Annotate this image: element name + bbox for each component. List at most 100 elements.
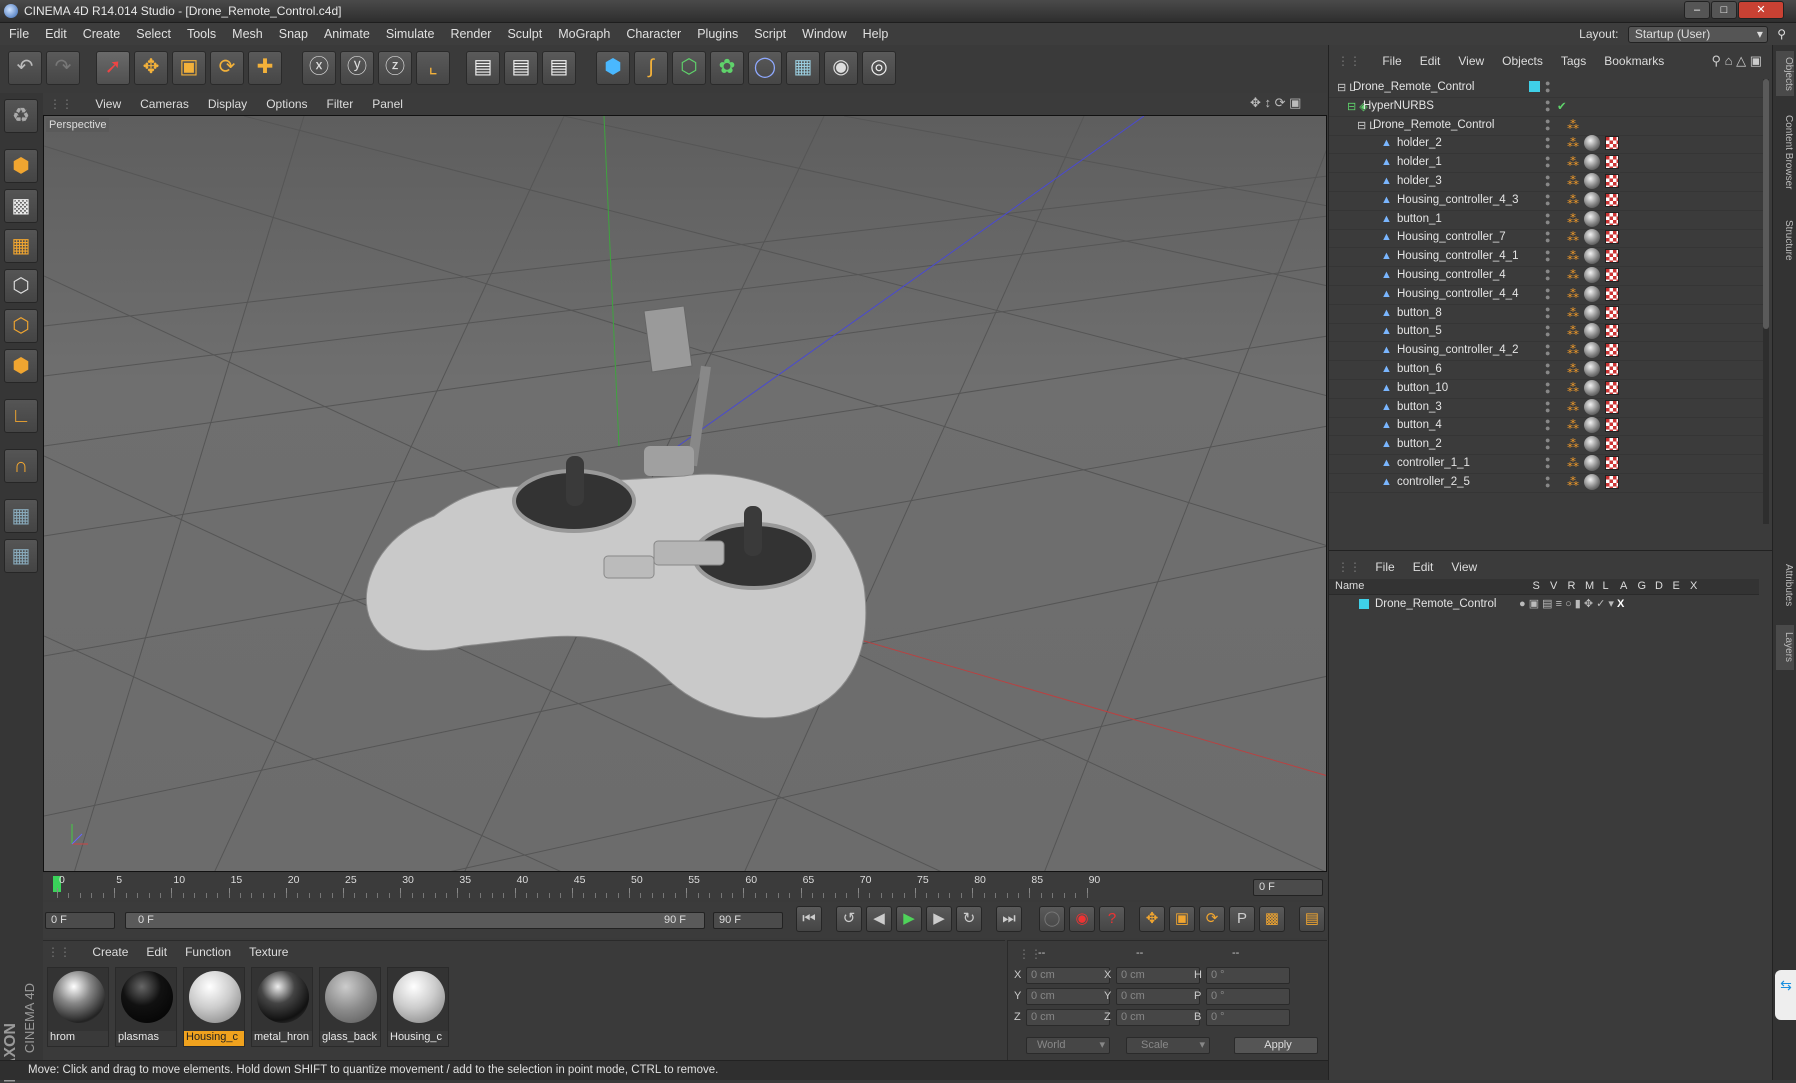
visibility-dots[interactable]: ● ● [1545, 79, 1550, 95]
tab-attributes[interactable]: Attributes [1776, 555, 1794, 615]
coordinate-system-icon[interactable]: ⌞ [416, 51, 450, 85]
menu-sculpt[interactable]: Sculpt [498, 23, 549, 41]
coord-value-field[interactable]: 0 cm [1026, 988, 1110, 1005]
uvw-tag-icon[interactable] [1605, 249, 1619, 264]
x-axis-lock-icon[interactable]: ⓧ [302, 51, 336, 85]
z-axis-lock-icon[interactable]: ⓩ [378, 51, 412, 85]
visibility-dots[interactable]: ● ● [1545, 379, 1550, 395]
material-swatch[interactable]: metal_hron [251, 967, 313, 1047]
previous-frame-icon[interactable]: ◀ [866, 906, 892, 932]
menu-edit[interactable]: Edit [36, 23, 74, 41]
uvw-tag-icon[interactable] [1605, 343, 1619, 358]
coord-value-field[interactable]: 0 ° [1206, 988, 1290, 1005]
menu-mograph[interactable]: MoGraph [549, 23, 617, 41]
menu-window[interactable]: Window [793, 23, 853, 41]
points-mode-icon[interactable]: ⬡ [4, 269, 38, 303]
phong-tag-icon[interactable]: ⁂ [1567, 418, 1579, 432]
phong-tag-icon[interactable]: ⁂ [1567, 287, 1579, 301]
uvw-tag-icon[interactable] [1605, 362, 1619, 376]
visibility-dots[interactable]: ● ● [1545, 97, 1550, 113]
layer-column-header[interactable]: L [1603, 580, 1609, 592]
layer-column-header[interactable]: R [1568, 580, 1576, 592]
viewport-menu-filter[interactable]: Filter [316, 93, 362, 111]
layer-column-header[interactable]: Name [1335, 580, 1364, 592]
material-tag-icon[interactable] [1584, 267, 1600, 283]
coord-value-field[interactable]: 0 cm [1116, 988, 1200, 1005]
material-tag-icon[interactable] [1584, 248, 1600, 265]
material-swatch[interactable]: Housing_c [183, 967, 245, 1047]
key-position-icon[interactable]: ✥ [1139, 906, 1165, 932]
coord-value-field[interactable]: 0 ° [1206, 967, 1290, 984]
material-tag-icon[interactable] [1584, 436, 1600, 453]
menu-create[interactable]: Create [74, 23, 128, 41]
render-settings-icon[interactable]: ▤ [542, 51, 576, 85]
material-tag-icon[interactable] [1584, 455, 1600, 471]
material-tag-icon[interactable] [1584, 473, 1600, 490]
phong-tag-icon[interactable]: ⁂ [1567, 249, 1579, 263]
layer-color-swatch[interactable] [1359, 599, 1369, 609]
uvw-tag-icon[interactable] [1605, 324, 1619, 339]
material-tag-icon[interactable] [1584, 398, 1600, 415]
timeline-ruler[interactable]: 0 5 10 15 20 25 30 35 40 45 50 55 60 65 70 75 80 85 90 0 F [43, 874, 1327, 900]
snap-magnet-icon[interactable]: ∩ [4, 449, 38, 483]
help-icon[interactable]: ? [1099, 906, 1125, 932]
material-tag-icon[interactable] [1584, 135, 1600, 152]
redo-icon[interactable]: ↷ [46, 51, 80, 85]
max-frame-field[interactable]: 90 F [713, 912, 783, 929]
material-tag-icon[interactable] [1584, 417, 1600, 434]
uvw-tag-icon[interactable] [1605, 230, 1619, 245]
axis-mode-icon[interactable]: ∟ [4, 399, 38, 433]
key-param-icon[interactable]: P [1229, 906, 1255, 932]
material-tag-icon[interactable] [1584, 229, 1600, 246]
visibility-dots[interactable]: ● ● [1545, 455, 1550, 471]
menu-render[interactable]: Render [441, 23, 498, 41]
coord-space-dropdown[interactable]: World ▾ [1026, 1037, 1110, 1054]
coord-value-field[interactable]: 0 cm [1116, 1009, 1200, 1026]
menu-plugins[interactable]: Plugins [688, 23, 745, 41]
layer-column-header[interactable]: V [1550, 580, 1557, 592]
visibility-dots[interactable]: ● ● [1545, 323, 1550, 339]
uvw-tag-icon[interactable] [1605, 211, 1619, 226]
phong-tag-icon[interactable]: ⁂ [1567, 362, 1579, 376]
layer-column-header[interactable]: D [1655, 580, 1663, 592]
uvw-tag-icon[interactable] [1605, 155, 1619, 170]
visibility-dots[interactable]: ● ● [1545, 304, 1550, 320]
edges-mode-icon[interactable]: ⬡ [4, 309, 38, 343]
menu-file[interactable]: File [0, 23, 36, 41]
object-menu-edit[interactable]: Edit [1409, 51, 1448, 68]
key-pla-icon[interactable]: ▩ [1259, 906, 1285, 932]
visibility-dots[interactable]: ● ● [1545, 248, 1550, 264]
object-menu-bookmarks[interactable]: Bookmarks [1593, 51, 1671, 68]
phong-tag-icon[interactable]: ⁂ [1567, 118, 1579, 132]
uvw-tag-icon[interactable] [1605, 192, 1619, 207]
layer-menu-view[interactable]: View [1440, 557, 1484, 574]
visibility-dots[interactable]: ● ● [1545, 398, 1550, 414]
uvw-tag-icon[interactable] [1605, 174, 1619, 188]
tab-layers[interactable]: Layers [1776, 625, 1794, 670]
viewport-menu-options[interactable]: Options [255, 93, 315, 111]
material-swatch[interactable]: Housing_c [387, 967, 449, 1047]
visibility-dots[interactable]: ● ● [1545, 135, 1550, 151]
visibility-dots[interactable]: ● ● [1545, 285, 1550, 301]
tab-content-browser[interactable]: Content Browser [1776, 105, 1794, 200]
go-to-end-icon[interactable]: ⏭ [996, 906, 1022, 932]
visibility-dots[interactable]: ● ● [1545, 436, 1550, 452]
move-icon[interactable]: ✥ [134, 51, 168, 85]
visibility-dots[interactable]: ● ● [1545, 154, 1550, 170]
planar-workplane-icon[interactable]: ▦ [4, 539, 38, 573]
layer-color-tag[interactable] [1529, 81, 1540, 92]
uvw-tag-icon[interactable] [1605, 418, 1619, 433]
menu-simulate[interactable]: Simulate [377, 23, 442, 41]
teamviewer-icon[interactable]: ⇆ [1775, 970, 1796, 1020]
key-scale-icon[interactable]: ▣ [1169, 906, 1195, 932]
material-tag-icon[interactable] [1584, 173, 1600, 189]
scale-icon[interactable]: ▣ [172, 51, 206, 85]
coord-mode-dropdown[interactable]: Scale ▾ [1126, 1037, 1210, 1054]
light-icon[interactable]: ◎ [862, 51, 896, 85]
material-tag-icon[interactable] [1584, 191, 1600, 208]
material-swatch[interactable]: plasmas [115, 967, 177, 1047]
workplane-lock-icon[interactable]: ▦ [4, 499, 38, 533]
phong-tag-icon[interactable]: ⁂ [1567, 136, 1579, 150]
add-object-icon[interactable]: ✚ [248, 51, 282, 85]
object-row[interactable]: ▲ controller_2_5 ● ● ⁂ [1329, 472, 1765, 493]
